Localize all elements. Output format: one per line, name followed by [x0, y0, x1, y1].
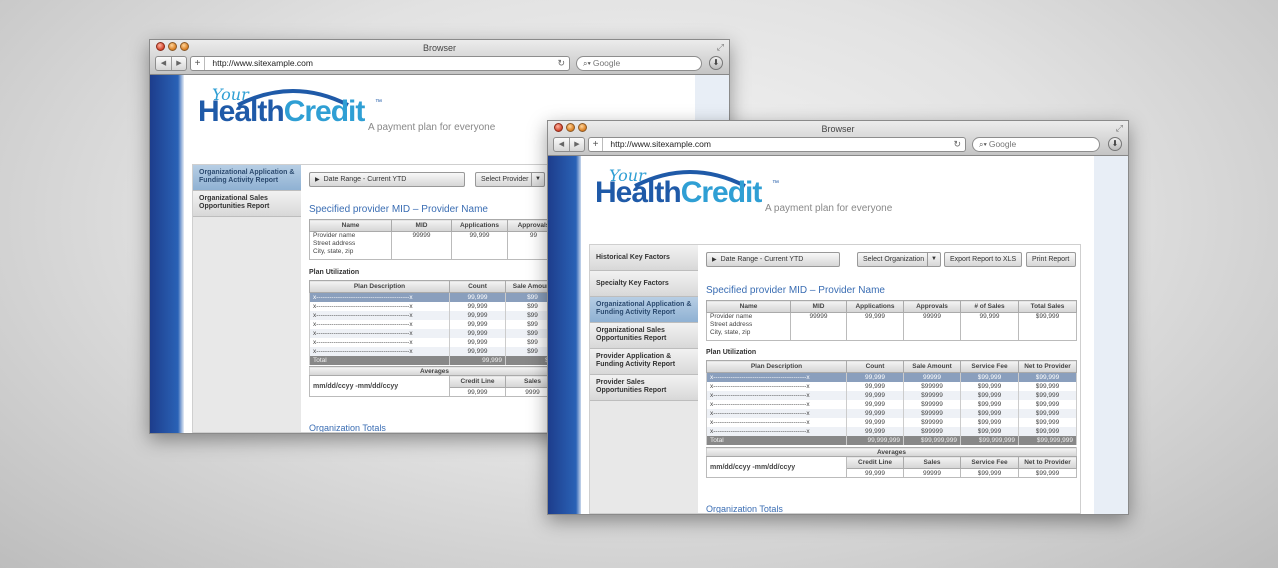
search-field[interactable]: ⌕▾ Google: [972, 137, 1100, 152]
table-row[interactable]: x---------------------------------------…: [706, 408, 1077, 418]
organization-totals-heading: Organization Totals: [706, 504, 783, 513]
sidebar-item-org-sales-report[interactable]: Organizational Sales Opportunities Repor…: [590, 323, 698, 349]
table-row[interactable]: x---------------------------------------…: [309, 310, 560, 320]
search-placeholder: Google: [592, 58, 621, 68]
window-controls: [156, 42, 189, 51]
table-row[interactable]: x---------------------------------------…: [706, 372, 1077, 382]
close-window-icon[interactable]: [554, 123, 563, 132]
add-bookmark-icon[interactable]: +: [191, 57, 205, 70]
sidebar-item-provider-application-report[interactable]: Provider Application & Funding Activity …: [590, 349, 698, 375]
play-arrow-icon: ▶: [315, 177, 320, 183]
minimize-window-icon[interactable]: [566, 123, 575, 132]
report-sidebar: Historical Key Factors Specialty Key Fac…: [590, 245, 698, 513]
sidebar-item-specialty-key-factors[interactable]: Specialty Key Factors: [590, 271, 698, 297]
minimize-window-icon[interactable]: [168, 42, 177, 51]
table-row[interactable]: x---------------------------------------…: [706, 381, 1077, 391]
forward-arrow-icon[interactable]: ▶: [569, 138, 584, 151]
url-text: http://www.sitexample.com: [610, 139, 711, 149]
address-bar[interactable]: + http://www.sitexample.com ↻: [190, 56, 570, 71]
zoom-window-icon[interactable]: [578, 123, 587, 132]
browser-chrome: Browser ⤢ ◀ ▶ + http://www.sitexample.co…: [548, 121, 1128, 156]
total-row: Total 99,999,999 $99,999,999 $99,999,999 $99…: [706, 435, 1077, 445]
averages-date-range: mm/dd/ccyy -mm/dd/ccyy: [706, 456, 847, 478]
table-row[interactable]: x---------------------------------------…: [309, 301, 560, 311]
table-row[interactable]: x---------------------------------------…: [706, 390, 1077, 400]
back-arrow-icon[interactable]: ◀: [156, 57, 171, 70]
averages-table: Averages mm/dd/ccyy -mm/dd/ccyy Credit L…: [309, 366, 561, 397]
select-organization-dropdown[interactable]: Select Organization ▼: [857, 252, 941, 267]
report-sidebar: Organizational Application & Funding Act…: [193, 165, 301, 432]
table-row[interactable]: x---------------------------------------…: [309, 292, 560, 302]
window-title: Browser: [821, 124, 855, 134]
nav-buttons: ◀ ▶: [553, 137, 585, 152]
tagline: A payment plan for everyone: [368, 122, 496, 133]
yourhealthcredit-logo: Your HealthCredit ™: [595, 166, 779, 209]
reload-icon[interactable]: ↻: [557, 57, 565, 70]
sidebar-item-historical-key-factors[interactable]: Historical Key Factors: [590, 245, 698, 271]
back-arrow-icon[interactable]: ◀: [554, 138, 569, 151]
url-text: http://www.sitexample.com: [212, 58, 313, 68]
table-row[interactable]: x---------------------------------------…: [706, 399, 1077, 409]
search-placeholder: Google: [988, 139, 1017, 149]
sidebar-item-org-application-report[interactable]: Organizational Application & Funding Act…: [193, 165, 301, 191]
chevron-down-icon: ▼: [531, 173, 544, 186]
reload-icon[interactable]: ↻: [953, 138, 961, 151]
play-arrow-icon: ▶: [712, 257, 717, 263]
print-report-button[interactable]: Print Report: [1026, 252, 1076, 267]
report-frame: Historical Key Factors Specialty Key Fac…: [589, 244, 1081, 514]
downloads-icon[interactable]: ⬇: [1108, 137, 1122, 151]
table-row[interactable]: x---------------------------------------…: [309, 319, 560, 329]
table-row[interactable]: x---------------------------------------…: [309, 337, 560, 347]
table-row[interactable]: x---------------------------------------…: [309, 346, 560, 356]
plan-utilization-heading: Plan Utilization: [309, 269, 360, 276]
search-field[interactable]: ⌕▾ Google: [576, 56, 702, 71]
add-bookmark-icon[interactable]: +: [589, 138, 603, 151]
provider-table: Name MID Applications Approvals # of Sales To…: [706, 300, 1077, 341]
page-content: Your HealthCredit ™ A payment plan for e…: [581, 156, 1094, 514]
page-title: Specified provider MID – Provider Name: [706, 285, 885, 296]
browser-chrome: Browser ⤢ ◀ ▶ + http://www.sitexample.co…: [150, 40, 729, 75]
downloads-icon[interactable]: ⬇: [709, 56, 723, 70]
plan-utilization-table: Plan Description Count Sale Amount Service …: [706, 360, 1077, 445]
total-row: Total99,999$99: [309, 355, 560, 365]
search-icon: ⌕▾: [979, 140, 987, 149]
sidebar-item-org-application-report[interactable]: Organizational Application & Funding Act…: [590, 297, 698, 323]
plan-utilization-table: Plan Description Count Sale Amount x------…: [309, 280, 560, 365]
report-main: ▶ Date Range - Current YTD Select Organiz…: [706, 245, 1080, 513]
sidebar-item-provider-sales-report[interactable]: Provider Sales Opportunities Report: [590, 375, 698, 401]
averages-table: Averages mm/dd/ccyy -mm/dd/ccyy Credit L…: [706, 447, 1078, 478]
organization-totals-heading: Organization Totals: [309, 423, 386, 432]
fullscreen-icon[interactable]: ⤢: [717, 42, 724, 53]
provider-table: Name MID Applications Approvals Provider na…: [309, 219, 560, 260]
table-row[interactable]: x---------------------------------------…: [706, 417, 1077, 427]
address-bar[interactable]: + http://www.sitexample.com ↻: [588, 137, 966, 152]
window-controls: [554, 123, 587, 132]
date-range-button[interactable]: ▶ Date Range - Current YTD: [706, 252, 840, 267]
fullscreen-icon[interactable]: ⤢: [1116, 123, 1123, 134]
sidebar-item-org-sales-report[interactable]: Organizational Sales Opportunities Repor…: [193, 191, 301, 217]
page-title: Specified provider MID – Provider Name: [309, 204, 488, 215]
browser-window-front[interactable]: Browser ⤢ ◀ ▶ + http://www.sitexample.co…: [547, 120, 1129, 515]
averages-heading: Averages: [706, 447, 1078, 457]
forward-arrow-icon[interactable]: ▶: [171, 57, 186, 70]
zoom-window-icon[interactable]: [180, 42, 189, 51]
table-row[interactable]: x---------------------------------------…: [706, 426, 1077, 436]
table-row[interactable]: x---------------------------------------…: [309, 328, 560, 338]
chevron-down-icon: ▼: [927, 253, 940, 266]
tagline: A payment plan for everyone: [765, 203, 893, 214]
select-provider-dropdown[interactable]: Select Provider ▼: [475, 172, 545, 187]
averages-heading: Averages: [309, 366, 561, 376]
report-toolbar: ▶ Date Range - Current YTD Select Organiz…: [706, 252, 1080, 268]
nav-buttons: ◀ ▶: [155, 56, 187, 71]
plan-utilization-heading: Plan Utilization: [706, 349, 757, 356]
close-window-icon[interactable]: [156, 42, 165, 51]
export-xls-button[interactable]: Export Report to XLS: [944, 252, 1022, 267]
averages-date-range: mm/dd/ccyy -mm/dd/ccyy: [309, 375, 450, 397]
page-viewport: Your HealthCredit ™ A payment plan for e…: [548, 156, 1128, 514]
yourhealthcredit-logo: Your HealthCredit ™: [198, 85, 382, 128]
window-title: Browser: [422, 43, 456, 53]
search-icon: ⌕▾: [583, 59, 591, 68]
date-range-button[interactable]: ▶ Date Range - Current YTD: [309, 172, 465, 187]
